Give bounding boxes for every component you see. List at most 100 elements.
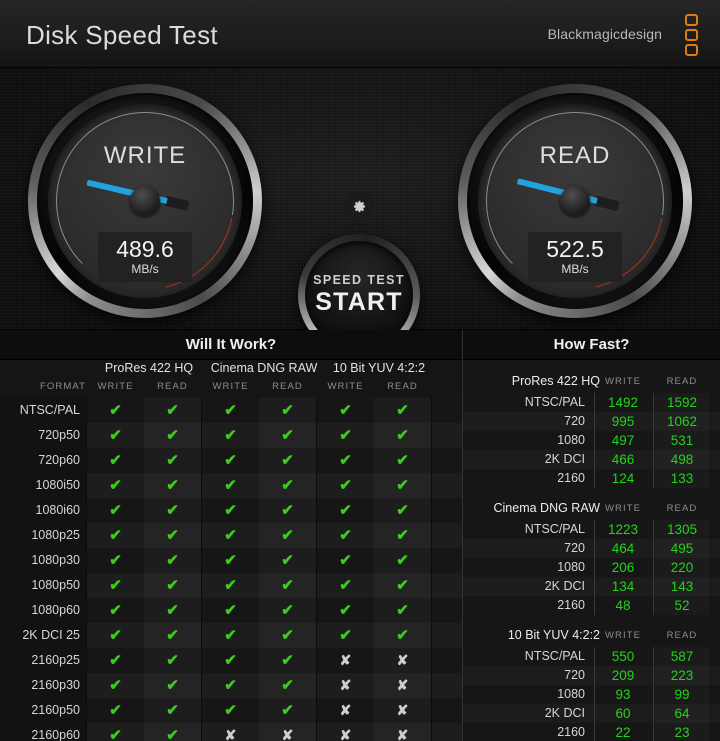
read-speed-value: 133: [655, 469, 709, 488]
check-icon: ✔: [109, 527, 122, 544]
check-icon: ✔: [281, 552, 294, 569]
check-icon: ✔: [339, 402, 352, 419]
write-speed-value: 48: [615, 598, 631, 613]
how-fast-column-separator: [594, 393, 595, 488]
how-fast-row: 2160 48 52: [463, 596, 720, 615]
supported-cell: ✔: [374, 398, 431, 423]
gauge-face: WRITE 489.6 MB/s: [48, 104, 242, 298]
write-speed-value: 464: [611, 541, 635, 556]
supported-cell: ✔: [317, 498, 374, 523]
read-speed-value: 143: [655, 577, 709, 596]
table-row: 2160p50 ✔ ✔ ✔ ✔ ✘ ✘: [0, 698, 462, 723]
check-icon: ✔: [166, 552, 179, 569]
resolution-label: 2K DCI: [544, 452, 585, 466]
app-header: Disk Speed Test Blackmagicdesign: [0, 0, 720, 68]
supported-cell: ✔: [87, 423, 144, 448]
supported-cell: ✔: [202, 423, 259, 448]
supported-cell: ✔: [202, 523, 259, 548]
check-icon: ✔: [396, 502, 409, 519]
how-fast-group: ProRes 422 HQ WRITE READ NTSC/PAL 1492 1592 72…: [463, 371, 720, 488]
supported-cell: ✔: [259, 673, 316, 698]
check-icon: ✔: [224, 427, 237, 444]
supported-cell: ✔: [259, 623, 316, 648]
codec-headers: ProRes 422 HQ Cinema DNG RAW 10 Bit YUV 4:…: [0, 361, 462, 381]
cross-icon: ✘: [396, 652, 409, 668]
supported-cell: ✔: [87, 598, 144, 623]
gauge-face: READ 522.5 MB/s: [478, 104, 672, 298]
check-icon: ✔: [339, 527, 352, 544]
read-speed-value: 52: [655, 596, 709, 615]
subcolumn-header: WRITE: [97, 381, 134, 392]
supported-cell: ✔: [259, 473, 316, 498]
write-speed-value: 93: [615, 687, 631, 702]
resolution-label: 1080: [557, 687, 585, 701]
supported-cell: ✔: [374, 423, 431, 448]
supported-cell: ✔: [144, 523, 201, 548]
how-fast-column-separator: [653, 520, 654, 615]
supported-cell: ✔: [317, 473, 374, 498]
supported-cell: ✔: [374, 623, 431, 648]
supported-cell: ✔: [259, 548, 316, 573]
check-icon: ✔: [224, 527, 237, 544]
supported-cell: ✔: [259, 648, 316, 673]
supported-cell: ✔: [144, 398, 201, 423]
subcolumn-header: WRITE: [212, 381, 249, 392]
subcolumn-header: WRITE: [327, 381, 364, 392]
write-speed-value: 22: [615, 725, 631, 740]
check-icon: ✔: [166, 652, 179, 669]
resolution-label: 2160: [557, 471, 585, 485]
how-fast-row: 720 464 495: [463, 539, 720, 558]
read-value: 522.5: [546, 235, 604, 262]
check-icon: ✔: [109, 652, 122, 669]
write-readout: 489.6 MB/s: [98, 231, 192, 282]
check-icon: ✔: [281, 402, 294, 419]
supported-cell: ✔: [202, 573, 259, 598]
supported-cell: ✔: [144, 723, 201, 741]
supported-cell: ✔: [317, 623, 374, 648]
supported-cell: ✔: [374, 448, 431, 473]
check-icon: ✔: [109, 677, 122, 694]
format-label: 720p50: [0, 423, 86, 448]
supported-cell: ✔: [144, 623, 201, 648]
how-fast-row: 720 995 1062: [463, 412, 720, 431]
how-fast-row: 2K DCI 134 143: [463, 577, 720, 596]
unsupported-cell: ✘: [374, 648, 431, 673]
supported-cell: ✔: [144, 448, 201, 473]
how-fast-column-separator: [594, 647, 595, 741]
supported-cell: ✔: [144, 473, 201, 498]
gear-icon: [353, 200, 365, 212]
table-row: 1080i50 ✔ ✔ ✔ ✔ ✔ ✔: [0, 473, 462, 498]
settings-button[interactable]: [344, 191, 374, 221]
check-icon: ✔: [109, 402, 122, 419]
how-fast-title: How Fast?: [463, 330, 720, 360]
table-row: 1080i60 ✔ ✔ ✔ ✔ ✔ ✔: [0, 498, 462, 523]
column-separator: [86, 398, 87, 741]
supported-cell: ✔: [87, 623, 144, 648]
subcolumn-header: READ: [157, 381, 188, 392]
check-icon: ✔: [339, 602, 352, 619]
read-unit: MB/s: [561, 262, 589, 276]
supported-cell: ✔: [202, 548, 259, 573]
supported-cell: ✔: [374, 523, 431, 548]
check-icon: ✔: [224, 402, 237, 419]
format-label: 2160p25: [0, 648, 86, 673]
check-icon: ✔: [166, 577, 179, 594]
supported-cell: ✔: [317, 573, 374, 598]
resolution-label: 720: [564, 541, 585, 555]
check-icon: ✔: [396, 427, 409, 444]
supported-cell: ✔: [317, 423, 374, 448]
cross-icon: ✘: [339, 652, 352, 668]
supported-cell: ✔: [144, 698, 201, 723]
supported-cell: ✔: [202, 673, 259, 698]
supported-cell: ✔: [87, 448, 144, 473]
read-speed-value: 1305: [655, 520, 709, 539]
resolution-label: 2K DCI: [544, 579, 585, 593]
format-label: NTSC/PAL: [0, 398, 86, 423]
supported-cell: ✔: [87, 723, 144, 741]
how-fast-group-header: Cinema DNG RAW WRITE READ: [463, 498, 720, 520]
check-icon: ✔: [281, 627, 294, 644]
format-label: 1080p30: [0, 548, 86, 573]
format-label: 2160p50: [0, 698, 86, 723]
read-speed-value: 1062: [655, 412, 709, 431]
supported-cell: ✔: [144, 598, 201, 623]
